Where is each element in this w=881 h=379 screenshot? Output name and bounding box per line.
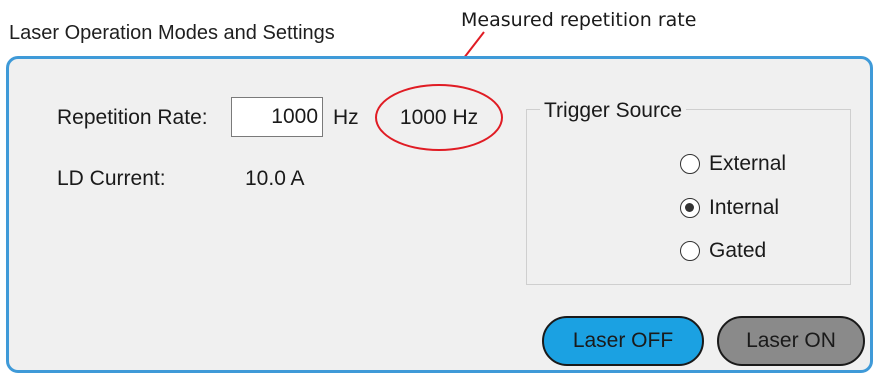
ld-current-value: 10.0 A xyxy=(245,167,305,190)
measured-rate-value: 1000 Hz xyxy=(399,105,479,129)
trigger-option-label: External xyxy=(709,152,787,175)
trigger-source-title: Trigger Source xyxy=(540,99,687,123)
trigger-option-gated[interactable]: Gated xyxy=(680,238,766,264)
laser-off-button[interactable]: Laser OFF xyxy=(542,316,704,366)
annotation-label: Measured repetition rate xyxy=(461,9,697,31)
trigger-option-label: Internal xyxy=(709,196,780,219)
repetition-rate-unit: Hz xyxy=(333,106,359,129)
trigger-option-external[interactable]: External xyxy=(680,151,786,177)
trigger-option-label: Gated xyxy=(709,239,767,262)
section-title: Laser Operation Modes and Settings xyxy=(9,22,335,44)
repetition-rate-label: Repetition Rate: xyxy=(57,106,208,129)
measured-rate-highlight: 1000 Hz xyxy=(375,84,503,151)
laser-on-button[interactable]: Laser ON xyxy=(717,316,865,366)
radio-button-selected-icon[interactable] xyxy=(680,198,700,218)
radio-button-icon[interactable] xyxy=(680,154,700,174)
repetition-rate-input[interactable] xyxy=(231,97,323,137)
ld-current-label: LD Current: xyxy=(57,167,166,190)
trigger-option-internal[interactable]: Internal xyxy=(680,195,779,221)
radio-button-icon[interactable] xyxy=(680,241,700,261)
